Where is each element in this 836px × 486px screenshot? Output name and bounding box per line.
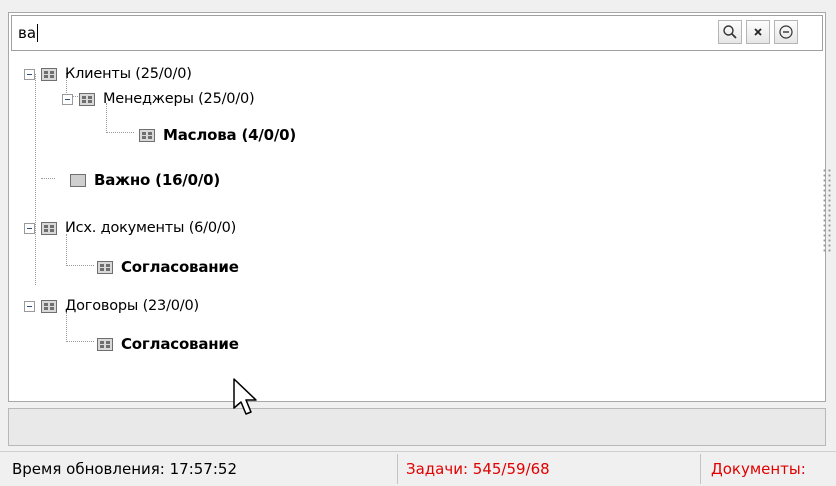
search-button[interactable]	[718, 20, 742, 44]
status-divider	[397, 454, 398, 484]
folder-icon	[70, 173, 86, 187]
tree-node-label: Маслова (4/0/0)	[163, 126, 297, 144]
tree-node-contracts[interactable]: Договоры (23/0/0)	[24, 293, 199, 319]
status-bar: Время обновления: 17:57:52 Задачи: 545/5…	[0, 451, 836, 485]
list-folder-icon	[139, 128, 155, 142]
tree-connector	[66, 265, 94, 266]
tree-node-label: Клиенты (25/0/0)	[65, 66, 192, 82]
status-documents[interactable]: Документы:	[711, 452, 836, 486]
list-folder-icon	[41, 67, 57, 81]
collapse-icon[interactable]	[24, 68, 35, 80]
tree-node-approval[interactable]: Согласование	[97, 254, 239, 280]
status-divider	[700, 454, 701, 484]
folder-tree: Клиенты (25/0/0) Менеджеры (25/0/0) Масл…	[9, 53, 825, 401]
horizontal-scrollbar[interactable]	[8, 408, 826, 446]
tree-node-maslova[interactable]: Маслова (4/0/0)	[139, 122, 296, 148]
tree-node-label: Договоры (23/0/0)	[65, 298, 199, 314]
tree-node-clients[interactable]: Клиенты (25/0/0)	[24, 61, 192, 87]
tree-node-important[interactable]: Важно (16/0/0)	[70, 167, 220, 193]
tree-node-approval[interactable]: Согласование	[97, 331, 239, 357]
search-input[interactable]	[12, 16, 712, 50]
text-caret	[37, 24, 38, 42]
tree-connector	[35, 74, 36, 285]
tree-node-label: Важно (16/0/0)	[94, 171, 220, 189]
list-folder-icon	[41, 299, 57, 313]
list-folder-icon	[97, 260, 113, 274]
list-folder-icon	[97, 337, 113, 351]
collapse-icon[interactable]	[62, 93, 73, 105]
tree-connector	[66, 341, 94, 342]
list-folder-icon	[41, 221, 57, 235]
mouse-pointer-icon	[233, 378, 257, 415]
tree-node-label: Менеджеры (25/0/0)	[103, 91, 255, 107]
tree-node-label: Согласование	[121, 258, 239, 276]
splitter-grip[interactable]	[822, 168, 832, 253]
clear-button[interactable]	[746, 20, 770, 44]
search-bar	[11, 15, 823, 51]
tree-connector	[41, 178, 55, 179]
magnifier-icon	[723, 25, 737, 39]
tree-node-label: Согласование	[121, 335, 239, 353]
collapse-icon[interactable]	[24, 222, 35, 234]
tree-node-label: Исх. документы (6/0/0)	[65, 220, 237, 236]
tree-connector	[106, 132, 134, 133]
status-tasks[interactable]: Задачи: 545/59/68	[406, 452, 696, 486]
tree-node-outgoing-docs[interactable]: Исх. документы (6/0/0)	[24, 215, 236, 241]
folder-tree-panel: Клиенты (25/0/0) Менеджеры (25/0/0) Масл…	[8, 12, 832, 402]
options-button[interactable]	[774, 20, 798, 44]
close-icon	[754, 28, 762, 36]
status-update-time: Время обновления: 17:57:52	[12, 460, 237, 478]
tree-node-managers[interactable]: Менеджеры (25/0/0)	[62, 86, 255, 112]
list-folder-icon	[79, 92, 95, 106]
minus-circle-icon	[779, 25, 793, 39]
collapse-icon[interactable]	[24, 300, 35, 312]
